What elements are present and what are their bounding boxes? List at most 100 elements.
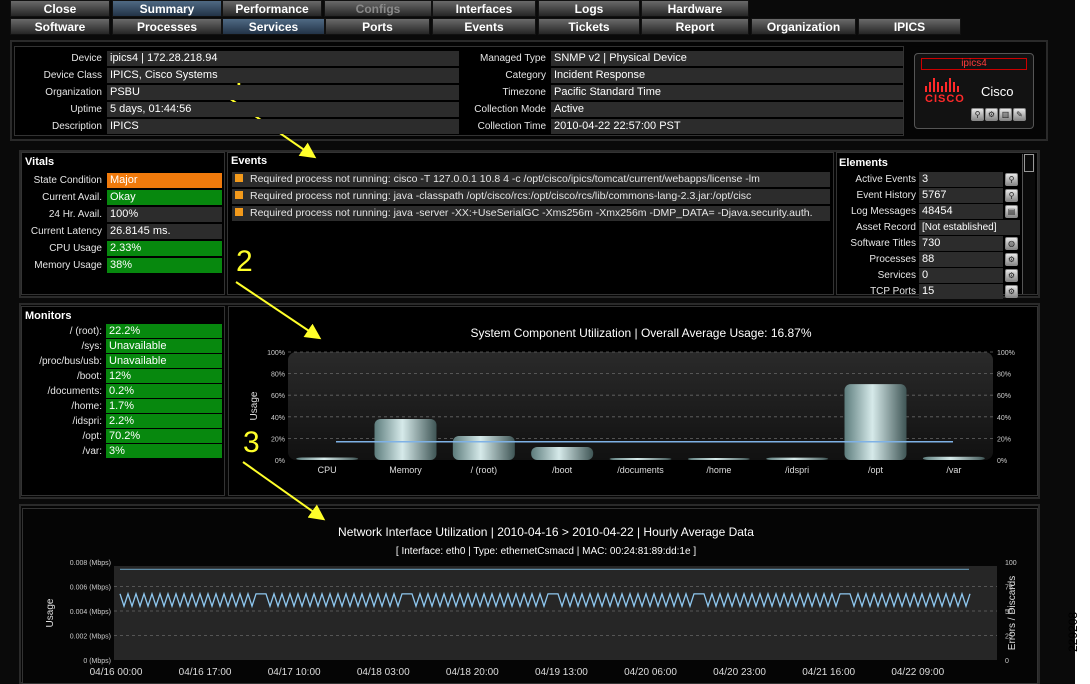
device-label: Description [51,121,102,132]
tab-summary[interactable]: Summary [112,0,222,17]
search-icon[interactable]: ⚲ [1005,173,1018,186]
tab-report[interactable]: Report [641,18,749,35]
vitals-label: Current Avail. [42,192,102,203]
monitor-label: /var: [82,446,102,457]
gear-icon[interactable]: ⚙ [1005,269,1018,282]
monitor-value: 70.2% [106,429,222,443]
device-value: IPICS, Cisco Systems [107,68,459,83]
device-value: PSBU [107,85,459,100]
y2-tick-label: 0% [997,458,1007,465]
event-text: Required process not running: java -serv… [250,207,813,219]
bar-/ (root)[interactable] [452,436,515,460]
tab-organization[interactable]: Organization [751,18,856,35]
x-tick-label: 04/20 23:00 [713,667,766,678]
tab-performance[interactable]: Performance [222,0,322,17]
tab-tickets[interactable]: Tickets [538,18,640,35]
y-tick-label: 40% [271,415,285,422]
tab-configs[interactable]: Configs [324,0,432,17]
globe-icon[interactable]: ◍ [1005,237,1018,250]
tab-services[interactable]: Services [222,18,325,35]
device-label: Category [505,70,546,81]
monitor-label: /home: [71,401,102,412]
device-label: Timezone [502,87,546,98]
monitor-label: /proc/bus/usb: [39,356,102,367]
y2-tick-label: 25 [1005,634,1013,641]
bar-/home[interactable] [687,458,750,460]
elements-label: Processes [869,254,916,265]
monitor-value: 12% [106,369,222,383]
elements-label: Log Messages [850,206,916,217]
elements-value: 88 [919,252,1003,267]
annotation-label-2: 2 [236,245,253,278]
chart-title: Network Interface Utilization | 2010-04-… [338,525,754,539]
event-item[interactable]: Required process not running: cisco -T 1… [232,172,830,187]
x-tick-label: 04/16 17:00 [179,667,232,678]
x-tick-label: /home [706,465,731,475]
vitals-label: 24 Hr. Avail. [48,209,102,220]
tab-hardware[interactable]: Hardware [641,0,749,17]
y2-tick-label: 20% [997,436,1011,443]
tools-icon[interactable]: ✎ [1013,108,1026,121]
cisco-brand-word: CISCO [925,93,965,105]
bar-/boot[interactable] [531,447,594,460]
chart-subtitle: [ Interface: eth0 | Type: ethernetCsmacd… [396,546,696,557]
document-icon[interactable]: ▤ [1005,205,1018,218]
gear-icon[interactable]: ⚙ [985,108,998,121]
annotation-label-3: 3 [243,426,260,459]
app-window: ipics4 CISCO Cisco ⚲ ⚙ ▥ ✎ Vitals Events… [0,0,1075,684]
device-value: IPICS [107,119,459,134]
y-tick-label: 20% [271,436,285,443]
monitor-value: 1.7% [106,399,222,413]
x-tick-label: /idspri [785,465,809,475]
device-badge: ipics4 CISCO Cisco ⚲ ⚙ ▥ ✎ [914,53,1034,129]
bar-/idspri[interactable] [766,457,829,460]
y2-tick-label: 40% [997,415,1011,422]
elements-scrollbar[interactable] [1022,154,1035,294]
elements-value: 3 [919,172,1003,187]
bar-Memory[interactable] [374,418,437,460]
side-code: 229208 [1066,611,1080,652]
gear-icon[interactable]: ⚙ [1005,285,1018,298]
device-value: 2010-04-22 22:57:00 PST [551,119,903,134]
tab-logs[interactable]: Logs [538,0,640,17]
vitals-title: Vitals [25,156,55,168]
search-icon[interactable]: ⚲ [1005,189,1018,202]
gear-icon[interactable]: ⚙ [1005,253,1018,266]
alert-icon [235,174,243,182]
y2-tick-label: 80% [997,372,1011,379]
device-value: Incident Response [551,68,903,83]
elements-value: 0 [919,268,1003,283]
tab-processes[interactable]: Processes [112,18,222,35]
bar-/documents[interactable] [609,458,672,460]
vitals-label: State Condition [33,175,102,186]
device-logo-text: Cisco [981,84,1014,99]
event-item[interactable]: Required process not running: java -clas… [232,189,830,204]
tab-interfaces[interactable]: Interfaces [432,0,536,17]
alert-icon [235,191,243,199]
y-axis-label: Usage [45,598,56,627]
device-value: 5 days, 01:44:56 [107,102,459,117]
tab-events[interactable]: Events [432,18,536,35]
bar-/var[interactable] [922,456,985,460]
tab-ports[interactable]: Ports [325,18,430,35]
bar-/opt[interactable] [844,384,907,460]
device-label: Organization [45,87,102,98]
x-tick-label: /opt [868,465,884,475]
vitals-label: CPU Usage [49,243,102,254]
vitals-value: Okay [107,190,222,205]
elements-label: Event History [856,190,916,201]
chart-icon[interactable]: ▥ [999,108,1012,121]
tab-close[interactable]: Close [10,0,110,17]
bar-CPU[interactable] [296,457,359,460]
tab-ipics[interactable]: IPICS [858,18,961,35]
vitals-value: 2.33% [107,241,222,256]
x-tick-label: / (root) [471,465,498,475]
search-icon[interactable]: ⚲ [971,108,984,121]
tab-software[interactable]: Software [10,18,110,35]
device-value: Pacific Standard Time [551,85,903,100]
monitor-label: / (root): [69,326,102,337]
elements-value: [Not established] [919,220,1020,235]
monitor-value: 22.2% [106,324,222,338]
event-item[interactable]: Required process not running: java -serv… [232,206,830,221]
scrollbar-thumb[interactable] [1024,154,1034,172]
